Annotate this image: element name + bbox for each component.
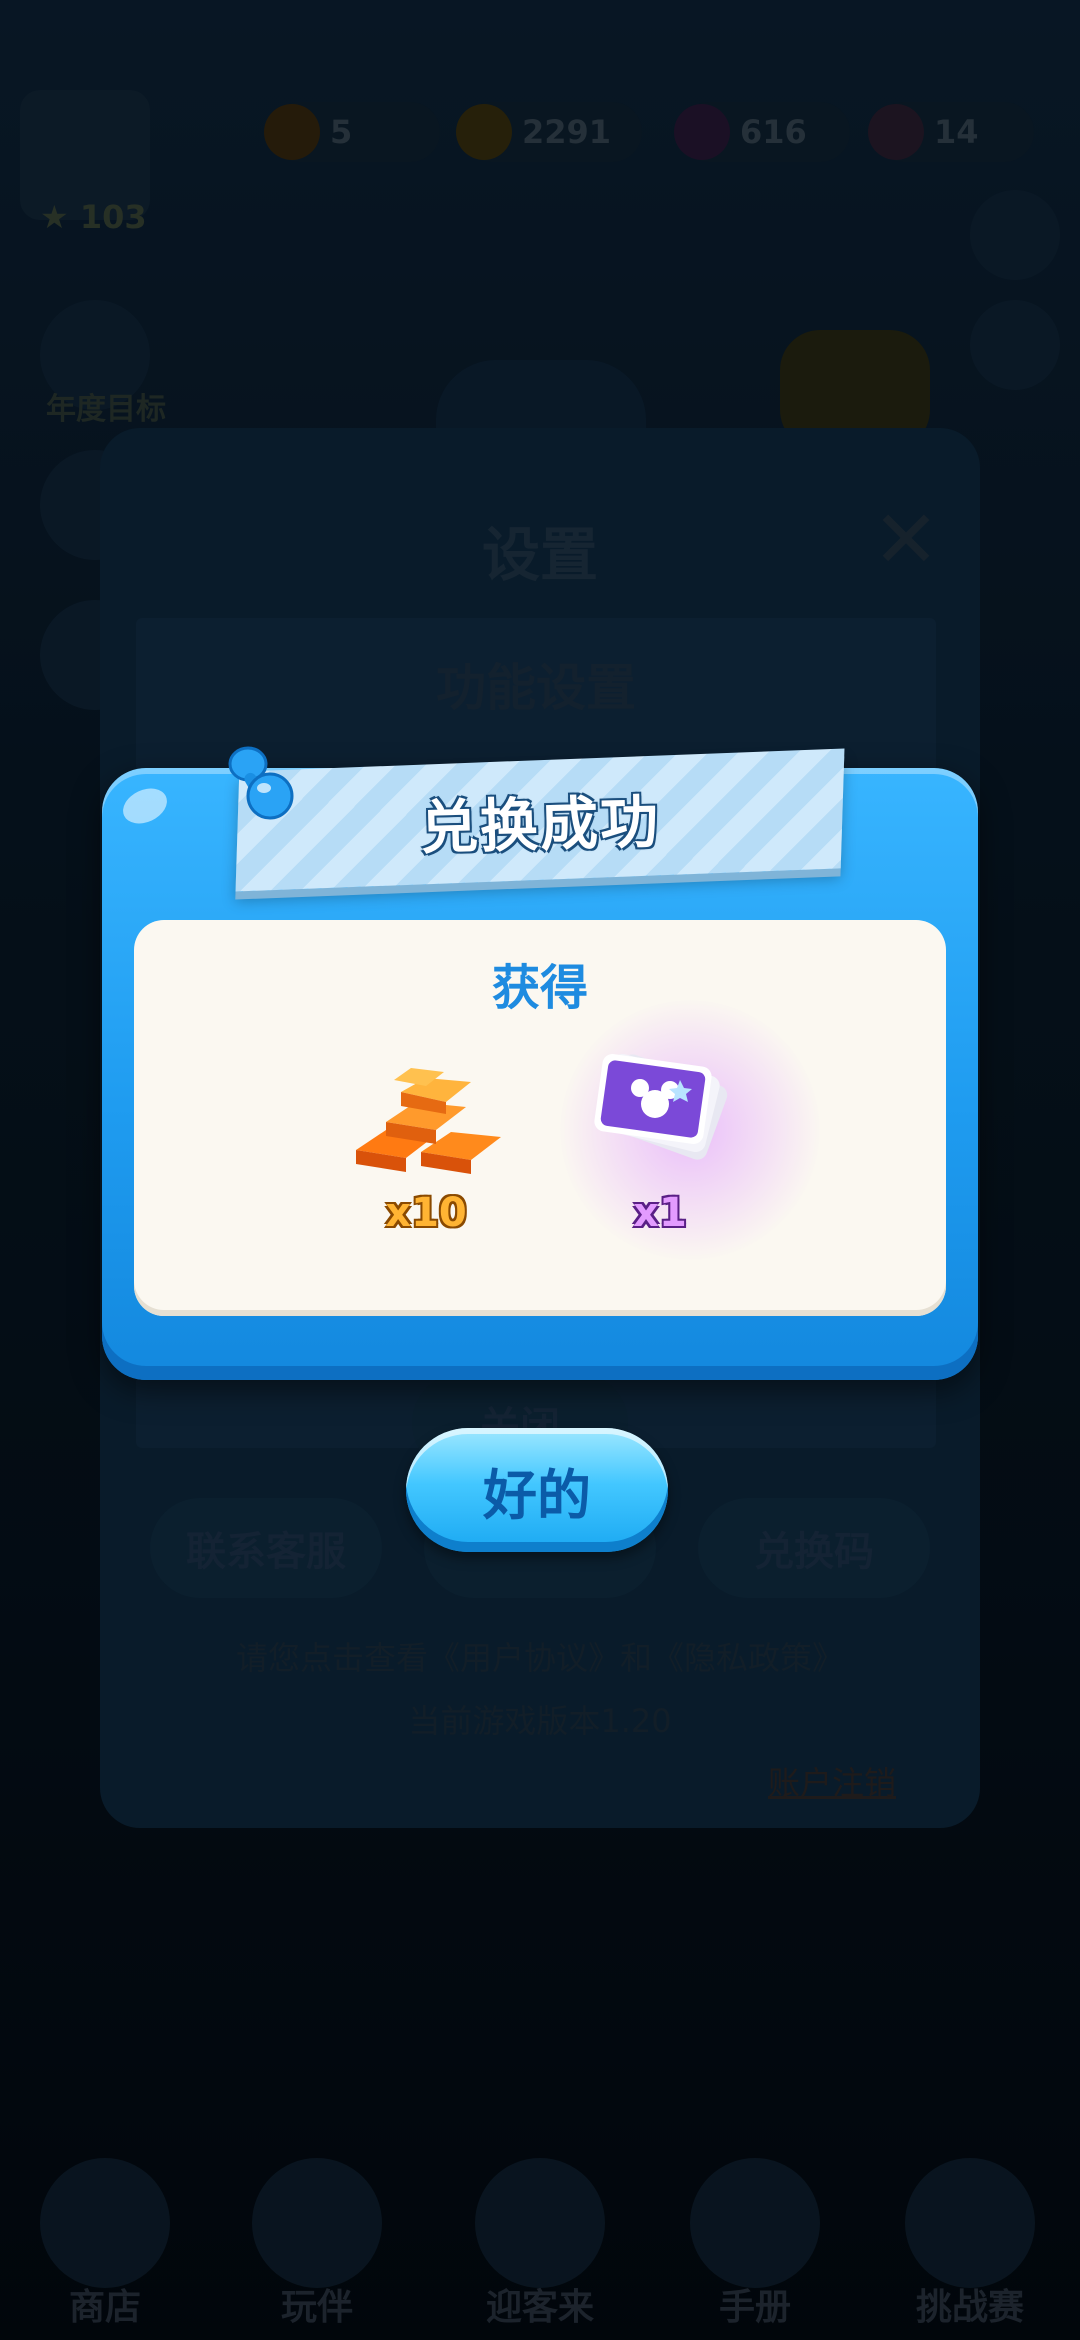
reward-character-cards: x1 [560,1040,760,1240]
reward-gold-count: x10 [385,1190,467,1236]
reward-gold-bars: x10 [326,1040,526,1240]
ok-button[interactable]: 好的 [406,1428,668,1552]
modal-shine [117,781,173,831]
reward-card: 获得 [134,920,946,1316]
modal-title: 兑换成功 [419,787,661,863]
reward-card-title: 获得 [491,960,588,1016]
character-cards-icon [594,1053,728,1160]
gold-bars-icon [356,1068,501,1174]
pushpin-icon [228,746,294,820]
reward-card-count: x1 [633,1190,687,1236]
ok-button-label: 好的 [483,1463,591,1527]
